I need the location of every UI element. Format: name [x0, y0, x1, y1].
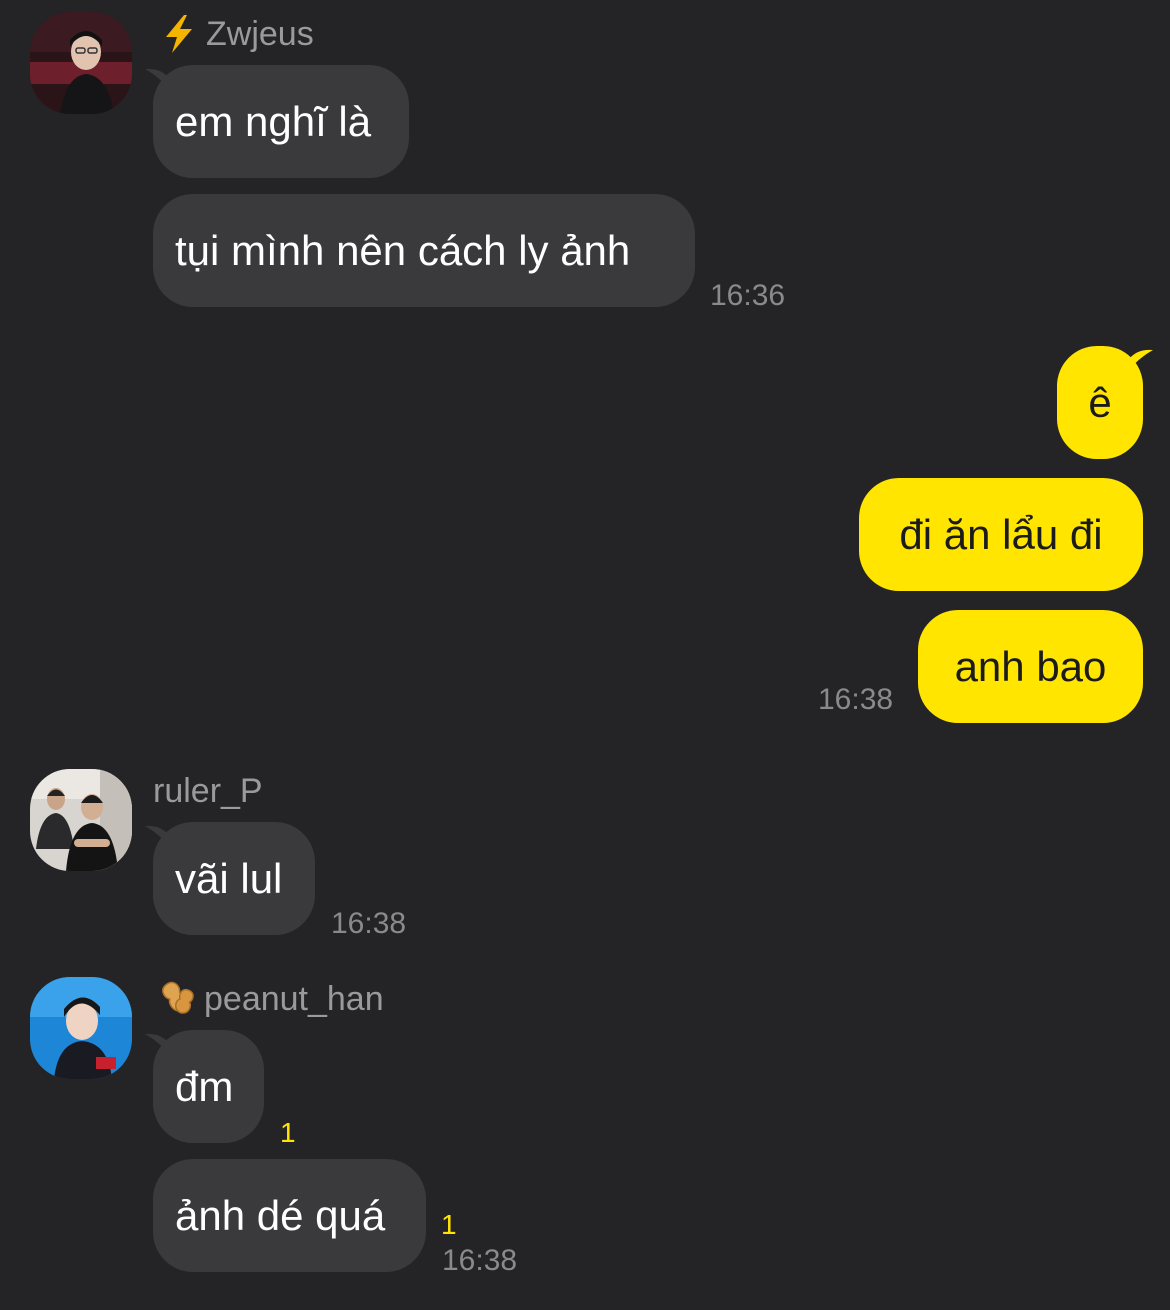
sender-name-peanut-han: peanut_han — [156, 979, 384, 1019]
message-text: đi ăn lẩu đi — [899, 510, 1103, 558]
message-text: đm — [175, 1062, 234, 1110]
lightning-icon — [158, 13, 200, 55]
message-bubble[interactable]: em nghĩ là — [153, 65, 409, 178]
sender-name-zwjeus: Zwjeus — [158, 14, 314, 54]
message-timestamp: 16:38 — [442, 1244, 518, 1277]
message-bubble[interactable]: tụi mình nên cách ly ảnh — [153, 194, 695, 307]
outgoing-message-bubble[interactable]: đi ăn lẩu đi — [859, 478, 1143, 591]
sender-name-text: ruler_P — [153, 771, 263, 810]
message-timestamp: 16:36 — [710, 279, 786, 312]
message-timestamp: 16:38 — [331, 907, 407, 940]
message-text: anh bao — [954, 642, 1107, 690]
sender-name-ruler-p: ruler_P — [153, 771, 263, 811]
message-text: vãi lul — [175, 854, 283, 902]
avatar-ruler-p[interactable] — [30, 769, 132, 871]
unread-count: 1 — [441, 1209, 457, 1240]
unread-count: 1 — [280, 1117, 296, 1148]
sender-name-text: peanut_han — [204, 979, 384, 1018]
message-text: ảnh dé quá — [175, 1191, 386, 1239]
message-text: ê — [1088, 378, 1112, 426]
message-bubble[interactable]: vãi lul — [153, 822, 315, 935]
avatar-peanut-han[interactable] — [30, 977, 132, 1079]
outgoing-message-bubble[interactable]: anh bao — [918, 610, 1143, 723]
message-bubble[interactable]: đm — [153, 1030, 264, 1143]
message-text: tụi mình nên cách ly ảnh — [175, 226, 631, 274]
peanut-icon — [156, 978, 198, 1020]
outgoing-message-bubble[interactable]: ê — [1057, 346, 1143, 459]
message-bubble[interactable]: ảnh dé quá — [153, 1159, 426, 1272]
sender-name-text: Zwjeus — [206, 14, 314, 53]
message-text: em nghĩ là — [175, 97, 372, 145]
message-timestamp: 16:38 — [818, 683, 894, 716]
avatar-zwjeus[interactable] — [30, 12, 132, 114]
